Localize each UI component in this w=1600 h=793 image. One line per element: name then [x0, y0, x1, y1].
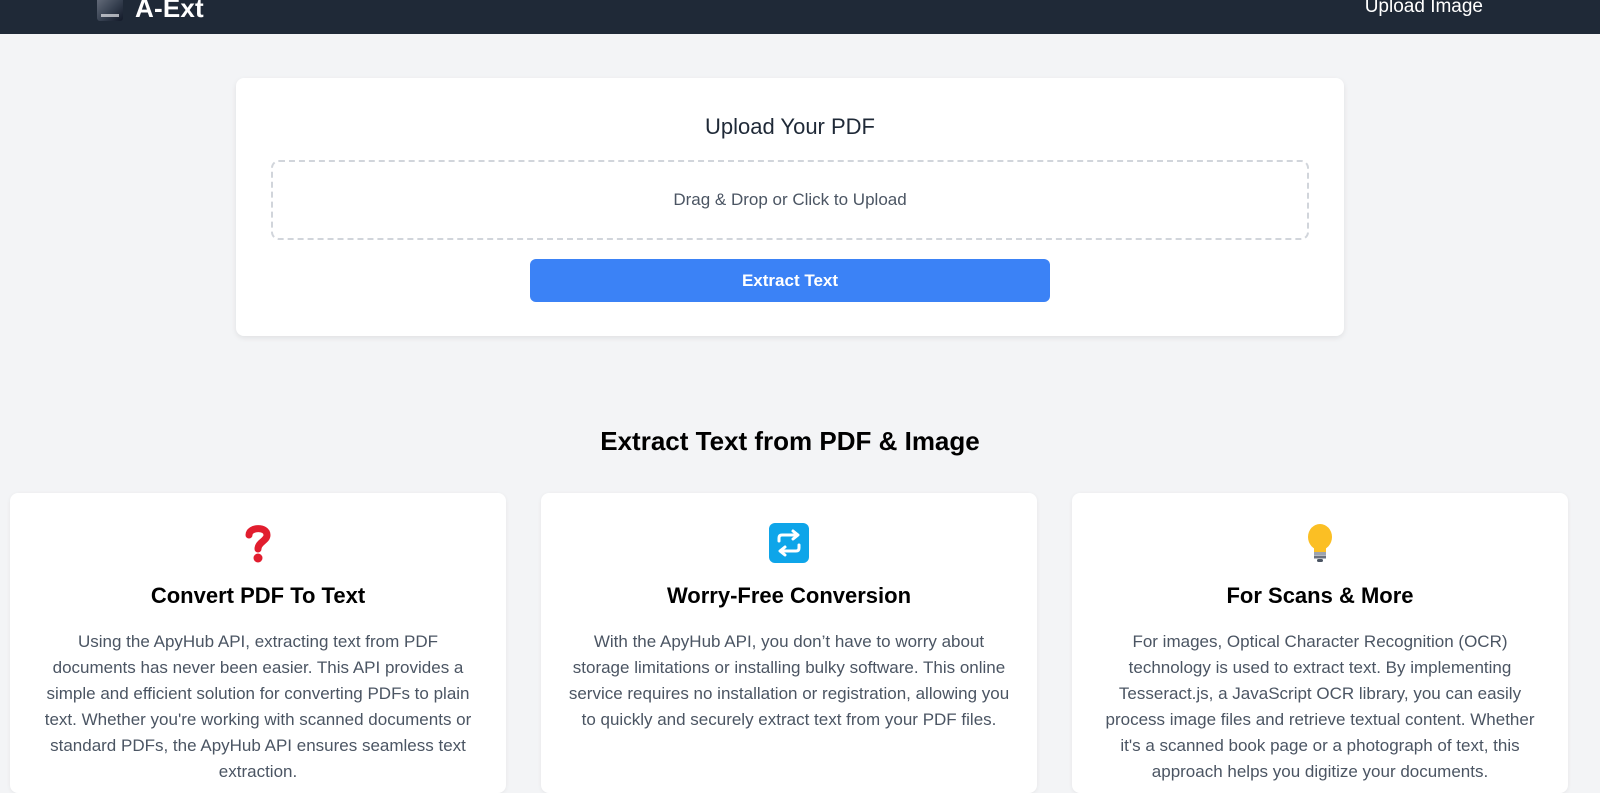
dropzone-label: Drag & Drop or Click to Upload [673, 190, 907, 209]
upload-title: Upload Your PDF [705, 114, 875, 139]
feature-title: For Scans & More [1226, 583, 1414, 608]
section-title: Extract Text from PDF & Image [600, 426, 980, 456]
feature-title: Convert PDF To Text [150, 583, 366, 608]
feature-card-scans: For Scans & More For images, Optical Cha… [1072, 493, 1568, 793]
repeat-arrows-icon [769, 523, 809, 563]
upload-dropzone[interactable]: Drag & Drop or Click to Upload [271, 160, 1309, 240]
question-mark-icon [238, 523, 278, 563]
logo-icon [97, 0, 123, 21]
brand[interactable]: A-Ext [97, 0, 204, 23]
feature-text: Using the ApyHub API, extracting text fr… [44, 632, 472, 781]
top-navbar: A-Ext Upload Image [0, 0, 1600, 34]
feature-title: Worry-Free Conversion [666, 583, 912, 608]
extract-text-button[interactable]: Extract Text [530, 259, 1050, 302]
feature-text: With the ApyHub API, you don’t have to w… [568, 632, 1010, 729]
upload-image-link[interactable]: Upload Image [1365, 0, 1483, 18]
brand-name: A-Ext [135, 0, 204, 23]
upload-card: Upload Your PDF Drag & Drop or Click to … [236, 78, 1344, 336]
feature-text: For images, Optical Character Recognitio… [1105, 632, 1535, 781]
feature-card-convert: Convert PDF To Text Using the ApyHub API… [10, 493, 506, 793]
feature-card-worry-free: Worry-Free Conversion With the ApyHub AP… [541, 493, 1037, 793]
light-bulb-icon [1300, 523, 1340, 563]
